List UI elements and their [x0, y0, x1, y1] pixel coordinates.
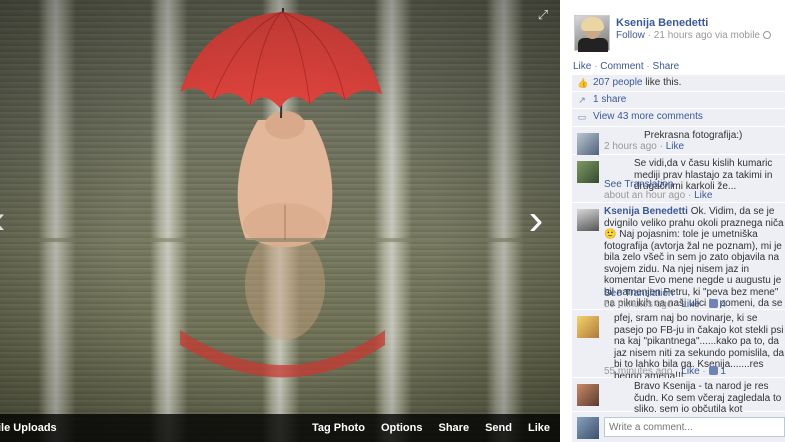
comment-time: 55 minutes ago: [604, 366, 673, 377]
shares-link[interactable]: 1 share: [593, 94, 626, 105]
likes-count-link[interactable]: 207 people: [593, 77, 643, 88]
comment-meta: 55 minutes ago · Like · 1: [604, 366, 726, 377]
photo-vignette: [0, 0, 560, 442]
see-translation-link[interactable]: See Translation: [604, 179, 674, 190]
commenter-avatar[interactable]: [577, 316, 599, 338]
album-link[interactable]: ile Uploads: [0, 422, 57, 434]
owner-meta: Follow · 21 hours ago via mobile: [616, 30, 771, 41]
tag-photo-button[interactable]: Tag Photo: [312, 422, 365, 434]
like-link[interactable]: Like: [573, 61, 591, 72]
commenter-avatar[interactable]: [577, 384, 599, 406]
post-time: 21 hours ago via mobile: [653, 30, 760, 41]
owner-name[interactable]: Ksenija Benedetti: [616, 17, 708, 29]
photo-stage[interactable]: ⤢ ‹ › ile Uploads Tag Photo Options Shar…: [0, 0, 560, 442]
commenter-avatar[interactable]: [577, 161, 599, 183]
comment-likes-count[interactable]: 1: [720, 366, 726, 377]
comment-link[interactable]: Comment: [600, 61, 643, 72]
comment-time: about an hour ago: [604, 190, 686, 201]
comment-meta: 2 hours ago · Like: [604, 141, 685, 152]
thumbs-up-icon: [708, 366, 718, 375]
comment-like-link[interactable]: Like: [666, 141, 684, 152]
see-translation-link[interactable]: See Translation: [604, 288, 674, 299]
thumbs-up-icon: 👍: [577, 78, 589, 88]
likes-text: like this.: [645, 77, 682, 88]
comment-composer: [572, 412, 785, 442]
comment-item: Prekrasna fotografija:) 2 hours ago · Li…: [572, 127, 785, 155]
thumbs-up-icon: [708, 299, 718, 308]
comment-meta: about an hour ago · Like: [604, 190, 713, 201]
options-button[interactable]: Options: [381, 422, 423, 434]
globe-icon: [762, 31, 771, 39]
owner-avatar[interactable]: [574, 15, 610, 52]
like-button[interactable]: Like: [528, 422, 550, 434]
comment-item: Se vidi,da v času kislih kumaric mediji …: [572, 155, 785, 203]
comment-likes-count[interactable]: 4: [720, 299, 726, 310]
share-link[interactable]: Share: [653, 61, 680, 72]
shares-row: ↗ 1 share: [572, 92, 785, 109]
photo-actions: Tag Photo Options Share Send Like: [312, 422, 550, 434]
comment-item: Bravo Ksenija - ta narod je res čudn. Ko…: [572, 378, 785, 438]
photo-owner: Ksenija Benedetti Follow · 21 hours ago …: [560, 0, 785, 56]
viewer-avatar: [577, 417, 599, 439]
comment-author[interactable]: Ksenija Benedetti: [604, 206, 688, 217]
photo-sidebar: Ksenija Benedetti Follow · 21 hours ago …: [560, 0, 785, 442]
comment-item: pfej, sram naj bo novinarje, ki se pasej…: [572, 310, 785, 382]
photo-action-bar: ile Uploads Tag Photo Options Share Send…: [0, 414, 560, 442]
share-button[interactable]: Share: [439, 422, 470, 434]
ufi-action-links: Like · Comment · Share: [573, 61, 680, 72]
view-more-row: ▭ View 43 more comments: [572, 109, 785, 127]
follow-link[interactable]: Follow: [616, 30, 645, 41]
comment-like-link[interactable]: Like: [681, 366, 699, 377]
fullscreen-icon[interactable]: ⤢: [536, 8, 550, 22]
next-arrow-icon[interactable]: ›: [524, 198, 548, 244]
comment-time: 2 hours ago: [604, 141, 657, 152]
comment-text: Prekrasna fotografija:): [644, 130, 743, 141]
comment-bubble-icon: ▭: [577, 112, 587, 122]
comment-meta: 59 minutes ago · Like · 4: [604, 299, 726, 310]
comment-time: 59 minutes ago: [604, 299, 673, 310]
comment-item: Ksenija Benedetti Ok. Vidim, da se je dv…: [572, 203, 785, 332]
comment-like-link[interactable]: Like: [681, 299, 699, 310]
previous-arrow-icon[interactable]: ‹: [0, 200, 8, 244]
avatar-hair: [581, 17, 604, 31]
send-button[interactable]: Send: [485, 422, 512, 434]
avatar-body: [578, 38, 608, 52]
commenter-avatar[interactable]: [577, 133, 599, 155]
likes-row: 👍 207 people like this.: [572, 75, 785, 92]
commenter-avatar[interactable]: [577, 209, 599, 231]
share-icon: ↗: [578, 95, 586, 105]
view-more-comments-link[interactable]: View 43 more comments: [593, 111, 703, 122]
write-comment-input[interactable]: [604, 417, 785, 437]
comment-like-link[interactable]: Like: [694, 190, 712, 201]
